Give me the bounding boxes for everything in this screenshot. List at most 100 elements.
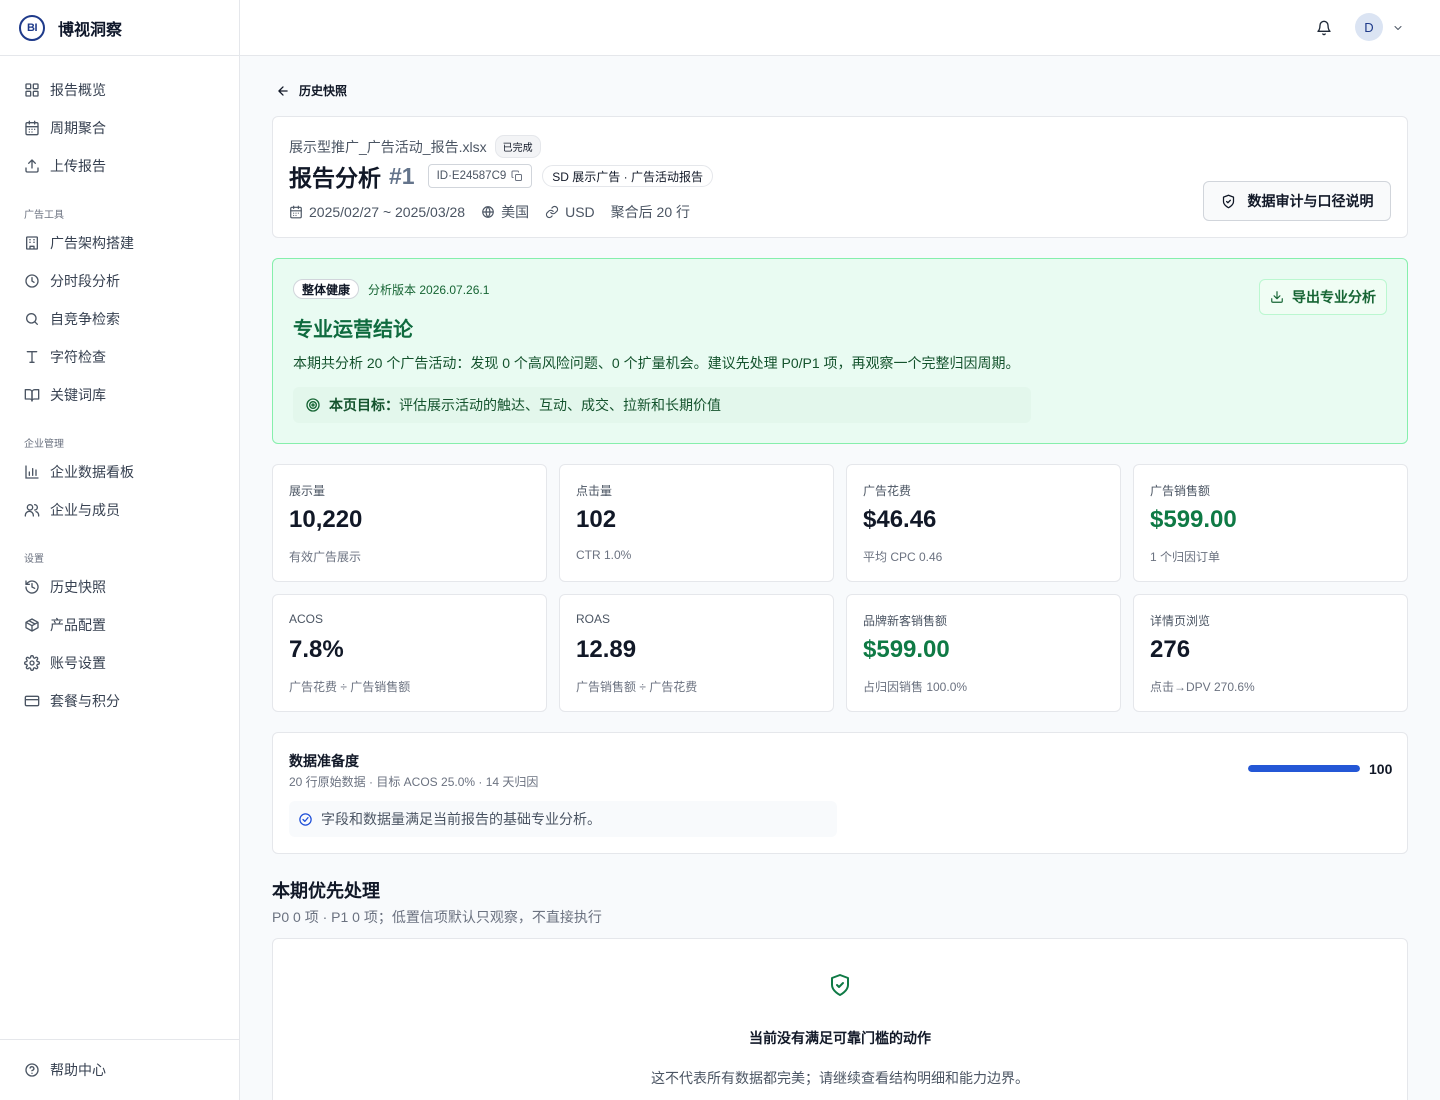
- sidebar-item-help-center[interactable]: 帮助中心: [16, 1054, 224, 1086]
- building-icon: [24, 235, 40, 251]
- sidebar-item-label: 企业数据看板: [50, 464, 134, 480]
- bell-icon[interactable]: [1316, 20, 1332, 36]
- bar-chart-icon: [24, 464, 40, 480]
- sidebar-item-enterprise-members[interactable]: 企业与成员: [16, 494, 224, 526]
- topbar: D: [240, 0, 1440, 56]
- kpi-label: 点击量: [576, 484, 613, 498]
- export-analysis-button-label: 导出专业分析: [1292, 289, 1376, 305]
- globe-icon: [481, 205, 495, 219]
- date-range: 2025/02/27 ~ 2025/03/28: [309, 204, 466, 220]
- kpi-card-acos: ACOS 7.8% 广告花费 ÷ 广告销售额: [272, 594, 547, 712]
- sidebar-item-label: 套餐与积分: [50, 693, 120, 709]
- readiness-note-text: 字段和数据量满足当前报告的基础专业分析。: [321, 811, 601, 827]
- upload-icon: [24, 158, 40, 174]
- kpi-card-detail-page-views: 详情页浏览 276 点击→DPV 270.6%: [1133, 594, 1408, 712]
- kpi-card-impressions: 展示量 10,220 有效广告展示: [272, 464, 547, 582]
- target-icon: [305, 397, 321, 413]
- kpi-card-clicks: 点击量 102 CTR 1.0%: [559, 464, 834, 582]
- kpi-sub: 1 个归因订单: [1150, 550, 1221, 564]
- grid-icon: [24, 82, 40, 98]
- priority-empty-card: 当前没有满足可靠门槛的动作 这不代表所有数据都完美；请继续查看结构明细和能力边界…: [272, 938, 1408, 1100]
- report-id: ID·E24587C9: [436, 170, 507, 182]
- kpi-label: 广告花费: [863, 484, 912, 498]
- kpi-value: 7.8%: [289, 636, 344, 663]
- file-name: 展示型推广_广告活动_报告.xlsx: [289, 138, 487, 155]
- readiness-progress-track: [1248, 765, 1360, 772]
- sidebar-item-label: 周期聚合: [50, 120, 106, 136]
- kpi-sub: 广告销售额 ÷ 广告花费: [576, 680, 698, 694]
- kpi-value: 12.89: [576, 636, 637, 663]
- type-icon: [24, 349, 40, 365]
- currency: USD: [565, 204, 595, 220]
- sidebar: BI 博视洞察 报告概览 周期聚合 上传报告 广告工具 广告架构搭建 分时段分析…: [0, 0, 240, 1100]
- sidebar-item-self-competition[interactable]: 自竞争检索: [16, 303, 224, 335]
- book-icon: [24, 387, 40, 403]
- avatar[interactable]: D: [1355, 13, 1383, 41]
- sidebar-item-report-overview[interactable]: 报告概览: [16, 74, 224, 106]
- report-id-chip[interactable]: ID·E24587C9: [427, 164, 533, 188]
- data-audit-button-label: 数据审计与口径说明: [1247, 193, 1374, 209]
- arrow-left-icon: [276, 84, 290, 98]
- package-icon: [24, 617, 40, 633]
- sidebar-item-history-snapshots[interactable]: 历史快照: [16, 571, 224, 603]
- report-header-card: 展示型推广_广告活动_报告.xlsx 已完成 报告分析 #1 ID·E24587…: [272, 116, 1408, 238]
- report-meta: 2025/02/27 ~ 2025/03/28 美国 USD 聚合后 20 行: [289, 202, 706, 222]
- sidebar-item-account-settings[interactable]: 账号设置: [16, 647, 224, 679]
- kpi-value: 276: [1150, 636, 1191, 663]
- page-goal-label: 本页目标：: [329, 397, 399, 413]
- kpi-card-roas: ROAS 12.89 广告销售额 ÷ 广告花费: [559, 594, 834, 712]
- sidebar-item-char-check[interactable]: 字符检查: [16, 341, 224, 373]
- chevron-down-icon[interactable]: [1392, 22, 1404, 34]
- sidebar-item-enterprise-dashboard[interactable]: 企业数据看板: [16, 456, 224, 488]
- readiness-title: 数据准备度: [289, 753, 359, 769]
- kpi-card-ad-spend: 广告花费 $46.46 平均 CPC 0.46: [846, 464, 1121, 582]
- brand[interactable]: BI 博视洞察: [0, 0, 239, 56]
- shield-check-icon: [1221, 194, 1236, 209]
- sidebar-item-label: 关键词库: [50, 387, 106, 403]
- sidebar-item-period-aggregate[interactable]: 周期聚合: [16, 112, 224, 144]
- kpi-sub: 点击→DPV 270.6%: [1150, 680, 1255, 694]
- kpi-card-new-to-brand-sales: 品牌新客销售额 $599.00 占归因销售 100.0%: [846, 594, 1121, 712]
- readiness-subtitle: 20 行原始数据 · 目标 ACOS 25.0% · 14 天归因: [289, 775, 539, 789]
- export-analysis-button[interactable]: 导出专业分析: [1259, 279, 1387, 315]
- sidebar-item-plans-credits[interactable]: 套餐与积分: [16, 685, 224, 717]
- search-icon: [24, 311, 40, 327]
- sidebar-item-label: 广告架构搭建: [50, 235, 134, 251]
- health-title: 专业运营结论: [293, 319, 413, 341]
- kpi-value: 102: [576, 506, 617, 533]
- sidebar-footer: 帮助中心: [0, 1039, 239, 1100]
- back-link[interactable]: 历史快照: [276, 82, 347, 99]
- kpi-label: 品牌新客销售额: [863, 614, 948, 628]
- kpi-value: $599.00: [1150, 506, 1237, 533]
- empty-state-title: 当前没有满足可靠门槛的动作: [749, 1030, 931, 1046]
- kpi-sub: 平均 CPC 0.46: [863, 550, 943, 564]
- sidebar-item-keyword-library[interactable]: 关键词库: [16, 379, 224, 411]
- sidebar-item-upload-report[interactable]: 上传报告: [16, 150, 224, 182]
- empty-state-subtitle: 这不代表所有数据都完美；请继续查看结构明细和能力边界。: [651, 1070, 1029, 1086]
- sidebar-item-label: 自竞争检索: [50, 311, 120, 327]
- download-icon: [1270, 290, 1284, 304]
- brand-logo: BI: [19, 14, 45, 41]
- sidebar-item-ad-structure[interactable]: 广告架构搭建: [16, 227, 224, 259]
- status-badge: 已完成: [494, 135, 541, 158]
- sidebar-item-dayparting[interactable]: 分时段分析: [16, 265, 224, 297]
- kpi-value: $46.46: [863, 506, 937, 533]
- priority-title: 本期优先处理: [272, 881, 380, 901]
- report-number: #1: [389, 162, 415, 189]
- data-readiness-card: 数据准备度 20 行原始数据 · 目标 ACOS 25.0% · 14 天归因 …: [272, 732, 1408, 854]
- users-icon: [24, 502, 40, 518]
- page-goal-text: 评估展示活动的触达、互动、成交、拉新和长期价值: [399, 397, 721, 413]
- calendar-icon: [289, 205, 303, 219]
- kpi-label: ROAS: [576, 612, 611, 626]
- readiness-progress-fill: [1248, 765, 1360, 772]
- sidebar-item-product-config[interactable]: 产品配置: [16, 609, 224, 641]
- calendar-icon: [24, 120, 40, 136]
- sidebar-section-settings: 设置: [24, 554, 44, 565]
- sidebar-item-label: 上传报告: [50, 158, 106, 174]
- sidebar-section-ads: 广告工具: [24, 210, 64, 221]
- sidebar-item-label: 字符检查: [50, 349, 106, 365]
- kpi-sub: 有效广告展示: [289, 550, 362, 564]
- brand-name: 博视洞察: [58, 21, 123, 39]
- data-audit-button[interactable]: 数据审计与口径说明: [1203, 181, 1391, 221]
- sidebar-item-label: 帮助中心: [50, 1062, 106, 1078]
